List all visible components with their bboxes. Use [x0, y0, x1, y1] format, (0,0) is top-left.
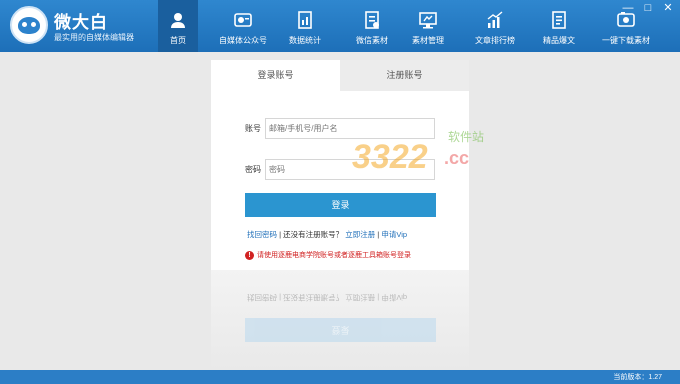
app-subtitle: 最实用的自媒体编辑器	[54, 33, 134, 42]
nav-item-material-manage[interactable]: 素材管理	[400, 0, 456, 52]
card-reflection: 找回密码 | 还没有注册账号？ 立即注册 | 申请Vip 登录	[211, 270, 469, 370]
reflection-button: 登录	[245, 318, 436, 342]
login-tabs: 登录账号 注册账号	[211, 60, 469, 91]
nav-item-statistics[interactable]: 数据统计	[280, 0, 330, 52]
nav-item-media-account[interactable]: 自媒体公众号	[206, 0, 280, 52]
notice-text: 请使用逐鹿电商学院账号或者逐鹿工具箱账号登录	[257, 252, 411, 259]
password-input[interactable]	[265, 159, 435, 180]
account-links: 找回密码 | 还没有注册账号？ 立即注册 | 申请Vip	[247, 229, 407, 240]
nav-label-statistics: 数据统计	[289, 36, 321, 45]
top-header-bar: 微大白 最实用的自媒体编辑器 首页 自媒体公众号 数据统计 微信素材 素材管理 …	[0, 0, 680, 52]
nav-label-home: 首页	[170, 36, 186, 45]
nav-item-featured-article[interactable]: 精品爆文	[532, 0, 586, 52]
app-title: 微大白	[54, 13, 108, 32]
statistics-icon	[298, 11, 312, 29]
featured-article-icon	[552, 11, 566, 29]
nav-label-download: 一键下载素材	[602, 36, 650, 45]
nav-label-media-account: 自媒体公众号	[219, 36, 267, 45]
login-card: 登录账号 注册账号 账号 密码 登录 找回密码 | 还没有注册账号？ 立即注册 …	[211, 60, 469, 270]
window-controls: — □ ✕	[622, 2, 674, 14]
status-bar: 当前版本：1.27	[0, 370, 680, 384]
nav-item-ranking[interactable]: 文章排行榜	[464, 0, 526, 52]
reflection-links: 找回密码 | 还没有注册账号？ 立即注册 | 申请Vip	[247, 293, 408, 302]
material-manage-icon	[419, 12, 437, 29]
home-icon	[171, 13, 185, 28]
account-input[interactable]	[265, 118, 435, 139]
login-notice: ! 请使用逐鹿电商学院账号或者逐鹿工具箱账号登录	[245, 250, 411, 260]
password-label: 密码	[245, 165, 261, 174]
warning-icon: !	[245, 250, 254, 260]
login-button[interactable]: 登录	[245, 193, 436, 217]
nav-label-material-manage: 素材管理	[412, 36, 444, 45]
app-logo-icon	[10, 6, 48, 44]
password-row: 密码	[245, 159, 435, 180]
nav-label-ranking: 文章排行榜	[475, 36, 515, 45]
tab-login[interactable]: 登录账号	[211, 60, 340, 91]
maximize-button[interactable]: □	[642, 2, 654, 14]
ranking-icon	[487, 11, 503, 28]
main-nav: 首页 自媒体公众号 数据统计 微信素材 素材管理 文章排行榜 精品爆文 一键下载…	[158, 0, 660, 52]
nav-item-home[interactable]: 首页	[158, 0, 198, 52]
account-label: 账号	[245, 124, 261, 133]
version-label: 当前版本：1.27	[613, 374, 662, 381]
no-account-text: | 还没有注册账号？	[277, 230, 346, 239]
minimize-button[interactable]: —	[622, 2, 634, 14]
tab-register[interactable]: 注册账号	[340, 60, 469, 91]
nav-label-featured-article: 精品爆文	[543, 36, 575, 45]
media-account-icon	[234, 13, 252, 27]
nav-label-wechat-material: 微信素材	[356, 36, 388, 45]
account-row: 账号	[245, 118, 435, 139]
forgot-password-link[interactable]: 找回密码	[247, 230, 277, 239]
apply-vip-link[interactable]: 申请Vip	[381, 230, 407, 239]
nav-item-wechat-material[interactable]: 微信素材	[344, 0, 400, 52]
wechat-material-icon	[365, 11, 379, 29]
register-now-link[interactable]: 立即注册	[345, 230, 375, 239]
close-button[interactable]: ✕	[662, 2, 674, 14]
